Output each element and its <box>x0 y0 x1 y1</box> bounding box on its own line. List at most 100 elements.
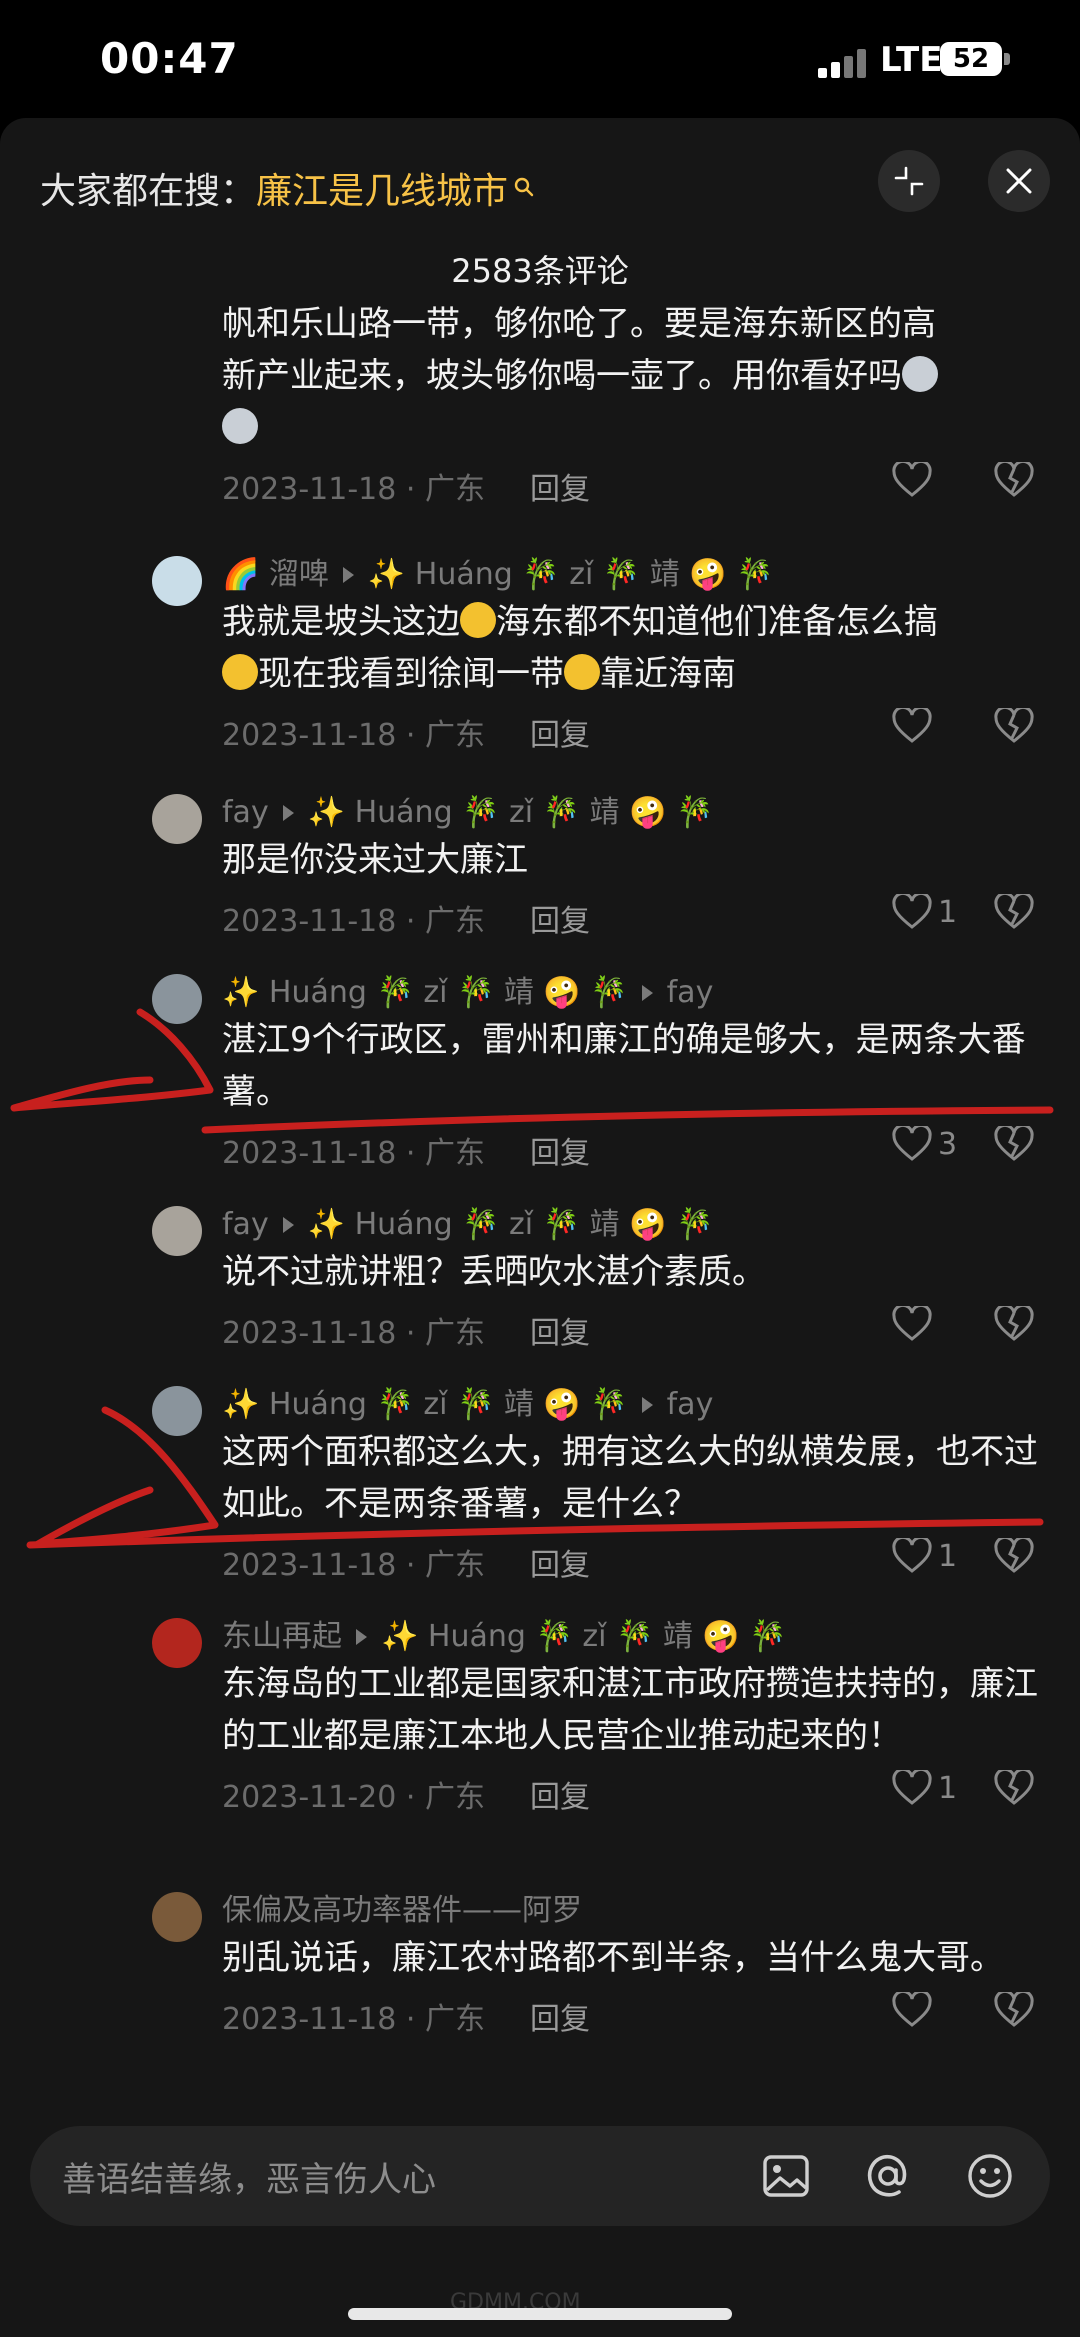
broken-heart-icon <box>994 1989 1034 2027</box>
broken-heart-icon <box>994 1767 1034 1805</box>
like-count: 1 <box>938 1538 958 1574</box>
comment-author[interactable]: fay <box>222 792 269 834</box>
like-button[interactable]: 1 <box>892 1538 957 1574</box>
avatar[interactable] <box>152 1892 202 1942</box>
avatar[interactable] <box>152 1386 202 1436</box>
dislike-button[interactable] <box>994 1535 1034 1582</box>
broken-heart-icon <box>994 891 1034 929</box>
comment-footer: 2023-11-18 · 广东 回复 <box>222 454 1042 514</box>
reply-to-user[interactable]: ✨ Huáng 🎋 zǐ 🎋 靖 🤪 🎋 <box>308 792 714 834</box>
reply-arrow-icon <box>641 985 653 1001</box>
reply-to-user[interactable]: fay <box>667 1384 714 1426</box>
reply-button[interactable]: 回复 <box>530 1308 590 1352</box>
heart-icon <box>892 1538 932 1573</box>
comment-author[interactable]: fay <box>222 1204 269 1246</box>
comment-footer: 2023-11-18 · 广东 回复 3 <box>222 1118 1042 1178</box>
comment-meta: fay ✨ Huáng 🎋 zǐ 🎋 靖 🤪 🎋 <box>222 1204 1042 1246</box>
comment-footer: 2023-11-20 · 广东 回复 1 <box>222 1762 1042 1822</box>
dislike-button[interactable] <box>994 1123 1034 1170</box>
emoji-icon[interactable] <box>964 2150 1016 2202</box>
like-count: 1 <box>938 894 958 930</box>
comment-input[interactable]: 善语结善缘，恶言伤人心 <box>30 2126 1050 2226</box>
laughing-emoji <box>460 602 496 638</box>
comment-author[interactable]: 保偏及高功率器件——阿罗 <box>222 1890 582 1932</box>
heart-icon <box>892 894 932 929</box>
dislike-button[interactable] <box>994 459 1034 506</box>
comment-date: 2023-11-18 · 广东 <box>222 472 485 507</box>
comment-text: 那是你没来过大廉江 <box>222 840 528 880</box>
reply-arrow-icon <box>356 1629 367 1645</box>
search-icon <box>514 177 534 197</box>
broken-heart-icon <box>994 1123 1034 1161</box>
close-icon <box>1006 168 1032 194</box>
collapse-button[interactable] <box>878 150 940 212</box>
comment-meta: fay ✨ Huáng 🎋 zǐ 🎋 靖 🤪 🎋 <box>222 792 1042 834</box>
avatar[interactable] <box>152 974 202 1024</box>
comment-meta: 东山再起 ✨ Huáng 🎋 zǐ 🎋 靖 🤪 🎋 <box>222 1616 1042 1658</box>
like-button[interactable]: 3 <box>892 1126 957 1162</box>
comment-meta: ✨ Huáng 🎋 zǐ 🎋 靖 🤪 🎋 fay <box>222 972 1042 1014</box>
reply-to-user[interactable]: ✨ Huáng 🎋 zǐ 🎋 靖 🤪 🎋 <box>368 554 774 596</box>
comment-date: 2023-11-18 · 广东 <box>222 2002 485 2037</box>
comment-text: 这两个面积都这么大，拥有这么大的纵横发展，也不过如此。不是两条番薯，是什么？ <box>222 1432 1038 1524</box>
reply-button[interactable]: 回复 <box>530 1772 590 1816</box>
dislike-button[interactable] <box>994 705 1034 752</box>
battery-tip <box>1004 53 1010 65</box>
broken-heart-icon <box>994 705 1034 743</box>
mention-icon[interactable] <box>862 2150 914 2202</box>
avatar[interactable] <box>152 1618 202 1668</box>
comment-footer: 2023-11-18 · 广东 回复 1 <box>222 1530 1042 1590</box>
comment-list[interactable]: 帆和乐山路一带，够你呛了。要是海东新区的高 新产业起来，坡头够你喝一壶了。用你看… <box>0 294 1080 2234</box>
status-bar: 00:47 LTE 52 <box>0 0 1080 118</box>
dislike-button[interactable] <box>994 891 1034 938</box>
heart-icon <box>892 1770 932 1805</box>
heart-icon <box>892 708 932 743</box>
reply-to-user[interactable]: ✨ Huáng 🎋 zǐ 🎋 靖 🤪 🎋 <box>308 1204 714 1246</box>
comment-meta: 保偏及高功率器件——阿罗 <box>222 1890 1042 1932</box>
like-button[interactable] <box>892 1306 938 1342</box>
comment-text-part: 海东都不知道他们准备怎么搞 <box>496 602 938 642</box>
reply-button[interactable]: 回复 <box>530 1994 590 2038</box>
home-indicator[interactable] <box>348 2308 732 2320</box>
avatar[interactable] <box>152 794 202 844</box>
comment-date: 2023-11-18 · 广东 <box>222 1548 485 1583</box>
like-button[interactable] <box>892 462 932 498</box>
comment-text: 湛江9个行政区，雷州和廉江的确是够大，是两条大番薯。 <box>222 1020 1026 1112</box>
reply-to-user[interactable]: ✨ Huáng 🎋 zǐ 🎋 靖 🤪 🎋 <box>381 1616 787 1658</box>
reply-to-user[interactable]: fay <box>667 972 714 1014</box>
search-prefix: 大家都在搜： <box>40 171 257 212</box>
like-button[interactable] <box>892 708 938 744</box>
dislike-button[interactable] <box>994 1767 1034 1814</box>
reply-button[interactable]: 回复 <box>530 1128 590 1172</box>
comment-author[interactable]: 🌈 溜啤 <box>222 554 329 596</box>
network-label: LTE <box>880 40 943 80</box>
like-button[interactable]: 1 <box>892 894 957 930</box>
like-count: 1 <box>938 1770 958 1806</box>
avatar[interactable] <box>152 556 202 606</box>
suggested-search[interactable]: 大家都在搜： 廉江是几线城市 <box>40 152 536 224</box>
comment-author[interactable]: 东山再起 <box>222 1616 342 1658</box>
comment-meta: ✨ Huáng 🎋 zǐ 🎋 靖 🤪 🎋 fay <box>222 1384 1042 1426</box>
avatar[interactable] <box>152 1206 202 1256</box>
dislike-button[interactable] <box>994 1989 1034 2036</box>
dislike-button[interactable] <box>994 1303 1034 1350</box>
search-term-link[interactable]: 廉江是几线城市 <box>256 162 508 214</box>
heart-icon <box>892 1992 932 2027</box>
comment-footer: 2023-11-18 · 广东 回复 1 <box>222 886 1042 946</box>
reply-button[interactable]: 回复 <box>530 464 590 508</box>
reply-arrow-icon <box>282 805 294 821</box>
reply-button[interactable]: 回复 <box>530 896 590 940</box>
reply-button[interactable]: 回复 <box>530 710 590 754</box>
reply-button[interactable]: 回复 <box>530 1540 590 1584</box>
close-button[interactable] <box>988 150 1050 212</box>
comment-text-part: 我就是坡头这边 <box>222 602 460 642</box>
comment-text: 我就是坡头这边 海东都不知道他们准备怎么搞 现在我看到徐闻一带 靠近海南 <box>222 596 1042 700</box>
like-button[interactable]: 1 <box>892 1770 957 1806</box>
comment-author[interactable]: ✨ Huáng 🎋 zǐ 🎋 靖 🤪 🎋 <box>222 1384 628 1426</box>
like-button[interactable] <box>892 1992 938 2028</box>
comment-date: 2023-11-18 · 广东 <box>222 1136 485 1171</box>
comment-author[interactable]: ✨ Huáng 🎋 zǐ 🎋 靖 🤪 🎋 <box>222 972 628 1014</box>
reply-arrow-icon <box>282 1217 294 1233</box>
comment-text: 新产业起来，坡头够你喝一壶了。用你看好吗 <box>222 350 1042 402</box>
image-icon[interactable] <box>760 2150 812 2202</box>
